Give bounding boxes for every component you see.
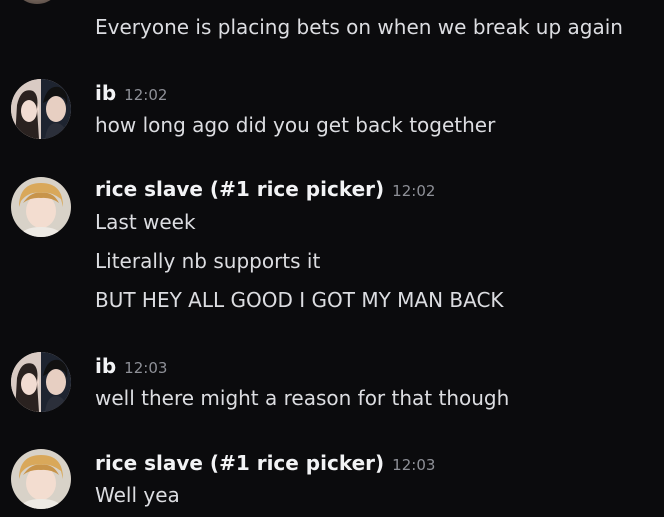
ib-avatar-image — [11, 79, 71, 139]
ib-avatar-image — [11, 352, 71, 412]
message-text: well there might a reason for that thoug… — [95, 386, 510, 410]
message-text: Everyone is placing bets on when we brea… — [95, 15, 623, 39]
avatar[interactable] — [11, 449, 71, 509]
message-text: Literally nb supports it — [95, 249, 321, 273]
username[interactable]: ib — [95, 81, 116, 105]
username[interactable]: ib — [95, 354, 116, 378]
timestamp: 12:02 — [392, 182, 436, 200]
rice-slave-avatar-image — [11, 177, 71, 237]
message-text: how long ago did you get back together — [95, 113, 496, 137]
timestamp: 12:03 — [392, 456, 436, 474]
message-text: Last week — [95, 210, 196, 234]
avatar[interactable] — [11, 177, 71, 237]
message-text: BUT HEY ALL GOOD I GOT MY MAN BACK — [95, 288, 504, 312]
rice-slave-avatar-image — [11, 449, 71, 509]
timestamp: 12:03 — [124, 359, 168, 377]
timestamp: 12:02 — [124, 86, 168, 104]
avatar[interactable] — [11, 352, 71, 412]
message-header: rice slave (#1 rice picker) 12:02 — [95, 175, 435, 203]
username[interactable]: rice slave (#1 rice picker) — [95, 177, 384, 201]
message-text: Well yea — [95, 483, 180, 507]
avatar[interactable] — [12, 0, 62, 4]
message-header: rice slave (#1 rice picker) 12:03 — [95, 449, 435, 477]
message-header: ib 12:03 — [95, 352, 167, 380]
chat-messages: Everyone is placing bets on when we brea… — [0, 0, 664, 517]
message-header: ib 12:02 — [95, 79, 167, 107]
avatar[interactable] — [11, 79, 71, 139]
username[interactable]: rice slave (#1 rice picker) — [95, 451, 384, 475]
